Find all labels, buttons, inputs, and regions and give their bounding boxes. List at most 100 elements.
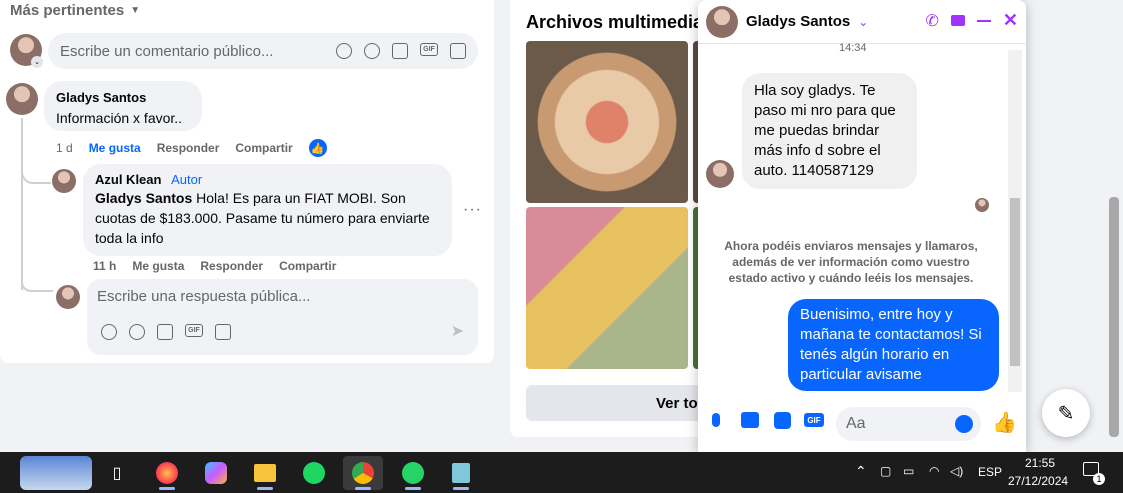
emoji-icon[interactable] xyxy=(364,43,380,59)
chrome-app[interactable] xyxy=(343,456,383,490)
contact-avatar[interactable] xyxy=(706,5,738,38)
comment-time[interactable]: 1 d xyxy=(56,141,73,155)
thumbs-up-icon[interactable]: 👍 xyxy=(992,410,1017,435)
page-scroll-thumb[interactable] xyxy=(1109,197,1119,437)
comment-actions: 1 d Me gusta Responder Compartir 👍 xyxy=(56,139,327,157)
send-icon[interactable]: ➤ xyxy=(451,321,464,341)
reply-body: Gladys Santos Hola! Es para un FIAT MOBI… xyxy=(95,188,440,248)
more-options-icon[interactable]: ··· xyxy=(463,201,482,219)
media-photo-pizza[interactable] xyxy=(526,41,688,203)
gif-icon[interactable]: GIF xyxy=(185,324,203,337)
media-card: Archivos multimedia re Ver to xyxy=(510,0,710,437)
language-indicator[interactable]: ESP xyxy=(978,465,1002,479)
post-comments-card: Más pertinentes ▼ ⌄ Escribe un comentari… xyxy=(0,0,494,363)
emoji-icon[interactable] xyxy=(955,415,973,433)
firefox-app[interactable] xyxy=(147,456,187,490)
comment-share-button[interactable]: Compartir xyxy=(235,141,292,155)
contact-avatar-small[interactable] xyxy=(706,160,734,188)
current-user-avatar[interactable] xyxy=(56,285,80,309)
file-explorer-app[interactable] xyxy=(245,456,285,490)
notepad-icon xyxy=(452,463,470,483)
comment-sort-dropdown[interactable]: Más pertinentes ▼ xyxy=(10,2,140,19)
chat-scroll-thumb[interactable] xyxy=(1010,198,1020,366)
reply-mention[interactable]: Gladys Santos xyxy=(95,190,192,206)
media-photo-fries[interactable] xyxy=(526,207,688,369)
camera-indicator-icon[interactable]: ▢ xyxy=(880,464,891,478)
reply-share-button[interactable]: Compartir xyxy=(279,259,336,273)
read-receipt-avatar xyxy=(975,198,989,212)
thread-line xyxy=(21,118,23,290)
reply-like-button[interactable]: Me gusta xyxy=(132,259,184,273)
like-reaction-icon[interactable]: 👍 xyxy=(308,139,327,157)
contact-name[interactable]: Gladys Santos xyxy=(746,13,850,30)
reply-author-avatar[interactable] xyxy=(52,169,76,193)
avatar-sticker-icon[interactable] xyxy=(336,43,352,59)
sticker-icon[interactable] xyxy=(215,324,231,340)
comment-reply-button[interactable]: Responder xyxy=(157,141,220,155)
sticker-icon[interactable] xyxy=(450,43,466,59)
camera-icon[interactable] xyxy=(392,43,408,59)
sticker-icon[interactable] xyxy=(774,412,791,429)
comment-input-placeholder: Escribe un comentario público... xyxy=(60,42,274,60)
phone-call-icon[interactable]: ✆ xyxy=(926,11,939,31)
show-hidden-icons-icon[interactable]: ⌃ xyxy=(855,463,867,480)
author-badge: Autor xyxy=(171,172,203,187)
comment-author[interactable]: Gladys Santos xyxy=(56,88,190,108)
chat-header-actions: ✆ ✕ xyxy=(926,10,1019,31)
chat-composer: GIF Aa 👍 xyxy=(698,403,1026,443)
chat-scrollbar[interactable] xyxy=(1008,50,1022,392)
media-title: Archivos multimedia re xyxy=(526,12,710,32)
reply-time[interactable]: 11 h xyxy=(93,259,116,273)
photo-icon[interactable] xyxy=(741,412,759,428)
comment-input[interactable]: Escribe un comentario público... GIF xyxy=(48,33,478,69)
reply-input[interactable]: Escribe una respuesta pública... GIF ➤ xyxy=(87,279,478,355)
copilot-app[interactable] xyxy=(196,456,236,490)
reply-actions: 11 h Me gusta Responder Compartir xyxy=(93,259,336,273)
commenter-avatar[interactable] xyxy=(6,83,38,115)
chevron-down-icon[interactable]: ⌄ xyxy=(31,56,43,68)
whatsapp-app[interactable] xyxy=(393,456,433,490)
video-call-icon[interactable] xyxy=(950,15,965,26)
reply-author[interactable]: Azul Klean xyxy=(95,172,161,187)
message-timestamp: 14:34 xyxy=(839,42,867,54)
microphone-icon[interactable] xyxy=(712,413,720,427)
volume-icon[interactable]: ◁) xyxy=(950,464,963,478)
compose-icon: ✎ xyxy=(1057,402,1075,425)
comment-like-button[interactable]: Me gusta xyxy=(89,141,141,155)
weather-widget[interactable] xyxy=(20,456,92,490)
comment-text: Información x favor.. xyxy=(56,110,183,126)
notepad-app[interactable] xyxy=(441,456,481,490)
windows-taskbar: ▯ ⌃ ▢ ▭ ◠ ◁) ESP 21:55 27/12/2024 1 xyxy=(0,452,1123,493)
message-input[interactable]: Aa xyxy=(836,407,981,441)
chevron-down-icon[interactable]: ⌄ xyxy=(858,15,868,29)
gif-icon[interactable]: GIF xyxy=(804,413,824,427)
chat-header: Gladys Santos ⌄ ✆ ✕ xyxy=(698,0,1026,44)
outgoing-message[interactable]: Buenisimo, entre hoy y mañana te contact… xyxy=(788,299,999,391)
chrome-icon xyxy=(352,462,374,484)
caret-down-icon: ▼ xyxy=(130,5,141,16)
task-view-icon[interactable]: ▯ xyxy=(97,456,137,490)
wifi-icon[interactable]: ◠ xyxy=(929,464,939,478)
incoming-message[interactable]: Hla soy gladys. Te paso mi nro para que … xyxy=(742,73,917,189)
reply-bubble: Azul Klean Autor Gladys Santos Hola! Es … xyxy=(83,164,452,256)
new-message-button[interactable]: ✎ xyxy=(1042,389,1090,437)
spotify-app[interactable] xyxy=(294,456,334,490)
notification-count-badge: 1 xyxy=(1093,473,1105,485)
battery-icon[interactable]: ▭ xyxy=(903,464,914,478)
reply-reply-button[interactable]: Responder xyxy=(200,259,263,273)
clock-date[interactable]: 27/12/2024 xyxy=(1008,474,1068,488)
message-input-placeholder: Aa xyxy=(846,415,866,432)
minimize-icon[interactable] xyxy=(976,19,991,22)
comment-bubble: Gladys Santos Información x favor.. xyxy=(44,81,202,131)
clock-time[interactable]: 21:55 xyxy=(1025,456,1055,470)
see-all-media-button[interactable]: Ver to xyxy=(526,385,710,421)
see-all-label: Ver to xyxy=(656,394,698,412)
page-scrollbar[interactable] xyxy=(1105,0,1123,452)
close-icon[interactable]: ✕ xyxy=(1003,10,1018,31)
gif-icon[interactable]: GIF xyxy=(420,43,438,56)
emoji-icon[interactable] xyxy=(129,324,145,340)
whatsapp-icon xyxy=(402,462,424,484)
avatar-sticker-icon[interactable] xyxy=(101,324,117,340)
thread-connector xyxy=(21,282,53,292)
camera-icon[interactable] xyxy=(157,324,173,340)
